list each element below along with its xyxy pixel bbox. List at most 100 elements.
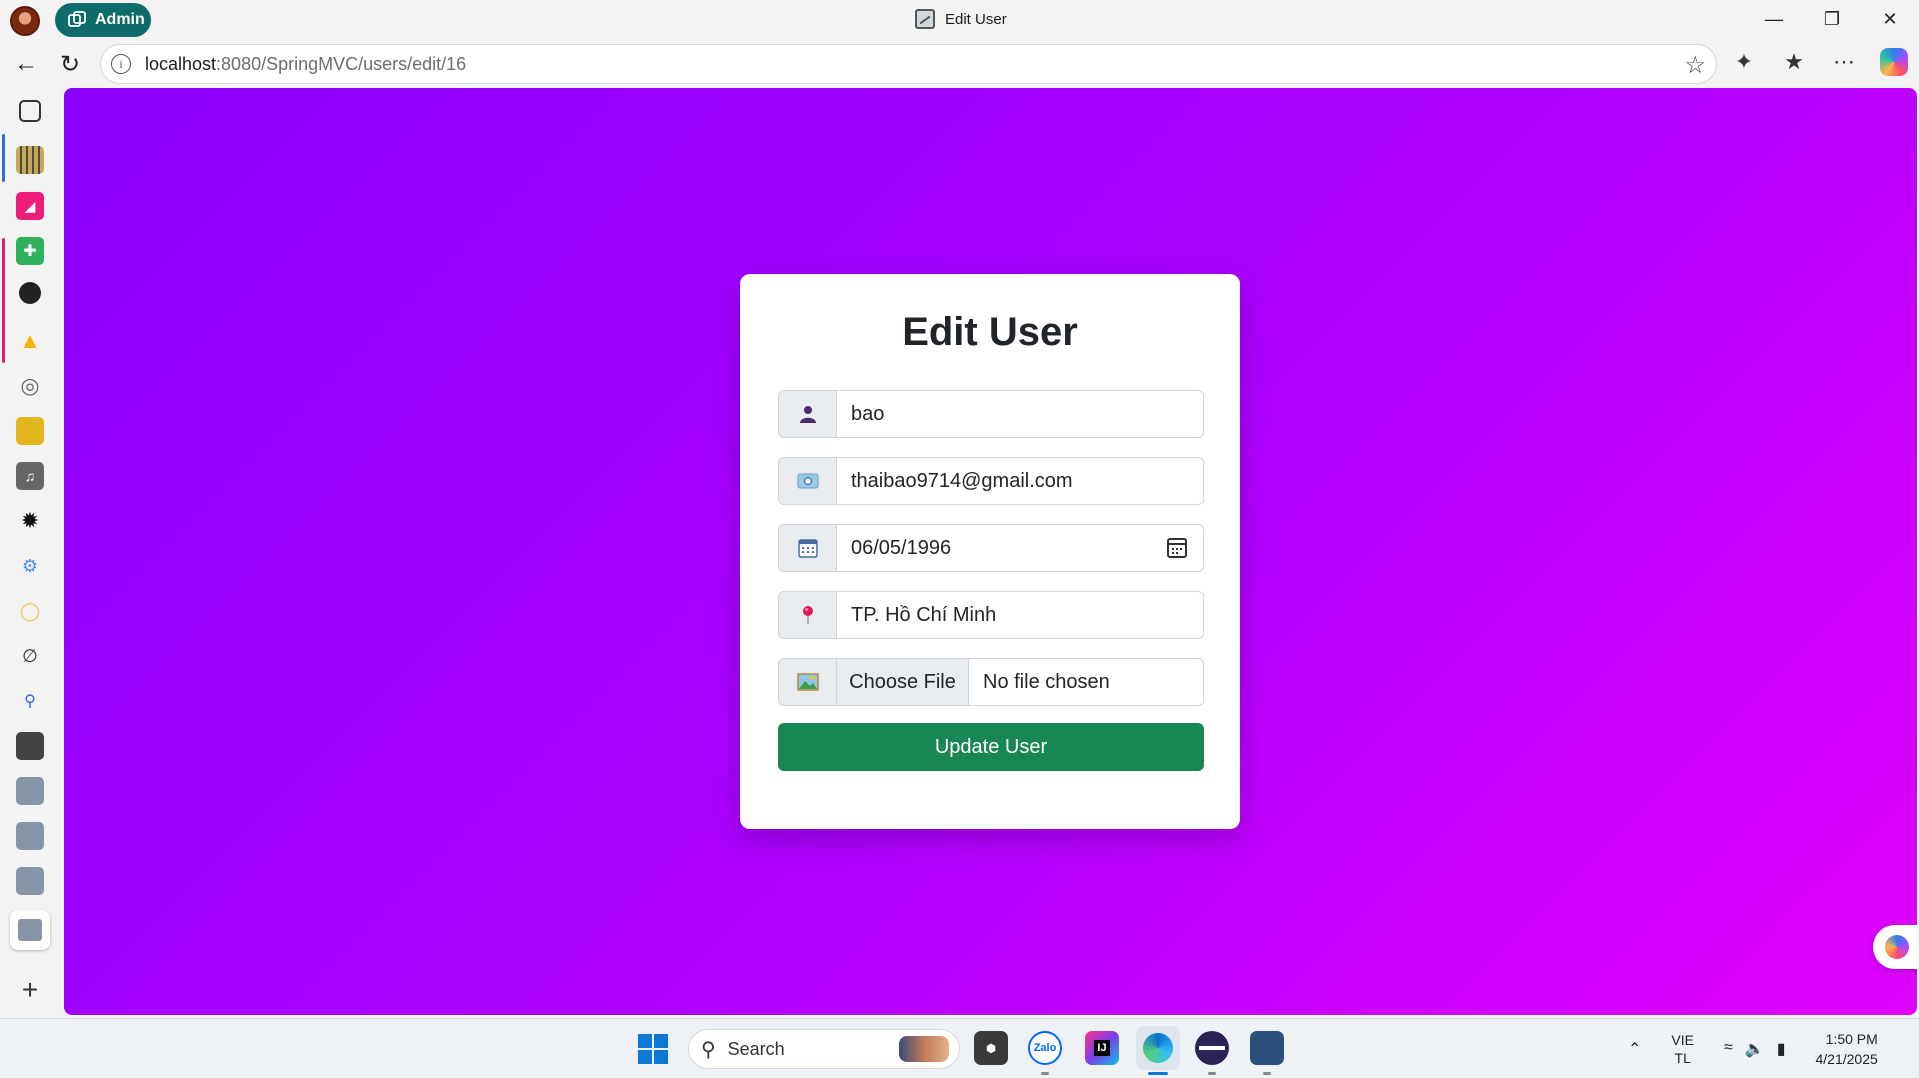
zalo-icon[interactable]: Zalo	[1028, 1031, 1062, 1065]
choose-file-button[interactable]: Choose File	[837, 659, 969, 705]
lang-line2: TL	[1674, 1050, 1691, 1066]
film-app-icon[interactable]	[16, 146, 44, 174]
update-user-button[interactable]: Update User	[778, 723, 1204, 771]
picture-icon	[796, 673, 819, 691]
date-picker-icon[interactable]	[1167, 538, 1187, 558]
clock[interactable]: 1:50 PM 4/21/2025	[1816, 1029, 1878, 1069]
search-icon[interactable]: ⚲	[16, 687, 44, 715]
dob-field: 06/05/1996	[778, 524, 1204, 572]
battery-icon: ▮	[1776, 1041, 1786, 1058]
close-button[interactable]: ✕	[1861, 0, 1919, 38]
start-button[interactable]	[638, 1034, 668, 1064]
perplexity-icon[interactable]: ∅	[16, 642, 44, 670]
tab-actions-icon[interactable]	[19, 100, 41, 122]
workspace-label: Admin	[95, 11, 145, 28]
tab-favicon-icon	[915, 9, 935, 29]
more-icon[interactable]: ⋯	[1826, 44, 1862, 80]
favorites-icon[interactable]: ★	[1776, 44, 1812, 80]
pay-icon[interactable]: ◯	[16, 597, 44, 625]
copilot-float-icon	[1885, 935, 1909, 959]
taskbar: ⚲ Search ⬢ Zalo IJ ⌃ VIE TL ≈ 🔈 ▮ 1:50 P…	[0, 1018, 1919, 1078]
name-field: bao	[778, 390, 1204, 438]
translate-icon[interactable]: ⚙	[16, 552, 44, 580]
dob-input[interactable]: 06/05/1996	[837, 525, 1203, 571]
user-icon	[799, 406, 816, 423]
sheets-icon[interactable]: ✚	[16, 237, 44, 265]
email-icon	[797, 473, 818, 489]
vertical-tabs-sidebar: ◢ ✚ ▲ ◎ ♫ ✹ ⚙ ◯ ∅ ⚲ +	[0, 88, 60, 1018]
intellij-icon-label: IJ	[1094, 1040, 1110, 1056]
window-title-text: Edit User	[945, 10, 1007, 28]
input-language[interactable]: VIE TL	[1671, 1031, 1694, 1067]
page-viewport: Edit User bao thaibao9714@gmail.com 06/0…	[64, 88, 1917, 1015]
edit-user-tab-icon-3[interactable]	[16, 867, 44, 895]
cube-app-icon[interactable]: ⬢	[974, 1031, 1008, 1065]
calendar-icon	[797, 539, 818, 558]
drive-icon[interactable]: ▲	[16, 327, 44, 355]
edit-user-card: Edit User bao thaibao9714@gmail.com 06/0…	[740, 274, 1240, 829]
workspace-button[interactable]: Admin	[55, 3, 151, 37]
navigation-row: ← ↻ i localhost:8080/SpringMVC/users/edi…	[0, 44, 1919, 84]
url-path: :8080/SpringMVC/users/edit/16	[216, 53, 467, 74]
back-button[interactable]: ←	[8, 46, 44, 82]
email-addon	[779, 458, 837, 504]
avatar-file-field: Choose File No file chosen	[778, 658, 1204, 706]
page-title: Edit User	[902, 310, 1078, 354]
image-viewer-running-indicator	[1263, 1072, 1271, 1075]
address-addon	[779, 592, 837, 638]
lang-line1: VIE	[1671, 1032, 1694, 1048]
file-status-text: No file chosen	[983, 670, 1110, 693]
profile-avatar[interactable]	[10, 6, 40, 36]
site-info-icon[interactable]: i	[111, 54, 131, 74]
window-title: Edit User	[915, 9, 1007, 29]
tiktok-icon[interactable]: ♫	[16, 462, 44, 490]
edge-active-indicator	[1148, 1072, 1168, 1075]
edit-user-tab-icon-2[interactable]	[16, 822, 44, 850]
image-viewer-icon[interactable]	[1250, 1031, 1284, 1065]
window-controls: — ❐ ✕	[1745, 0, 1919, 38]
browser-toolbar: ✦ ★ ⋯	[1726, 44, 1912, 80]
eclipse-running-indicator	[1208, 1072, 1216, 1075]
url-text: localhost:8080/SpringMVC/users/edit/16	[145, 54, 466, 75]
name-input[interactable]: bao	[837, 391, 1203, 437]
title-bar: Admin Edit User — ❐ ✕	[0, 0, 1919, 38]
openai-icon[interactable]: ✹	[16, 507, 44, 535]
address-input[interactable]: TP. Hồ Chí Minh	[837, 592, 1203, 638]
pink-app-icon[interactable]: ◢	[16, 192, 44, 220]
edit-user-tab-icon[interactable]	[16, 777, 44, 805]
minimize-button[interactable]: —	[1745, 0, 1803, 38]
address-field: TP. Hồ Chí Minh	[778, 591, 1204, 639]
globe-icon[interactable]: ◎	[16, 372, 44, 400]
copilot-icon[interactable]	[1876, 44, 1912, 80]
url-host: localhost	[145, 53, 217, 74]
email-input[interactable]: thaibao9714@gmail.com	[837, 458, 1203, 504]
zalo-icon-label: Zalo	[1033, 1042, 1057, 1054]
contacts-icon[interactable]	[16, 417, 44, 445]
taskbar-search-label: Search	[727, 1038, 785, 1059]
tray-status-icons[interactable]: ≈ 🔈 ▮	[1724, 1039, 1786, 1059]
search-highlight-image	[899, 1036, 949, 1062]
restore-button[interactable]: ❐	[1803, 0, 1861, 38]
name-addon	[779, 391, 837, 437]
add-icon[interactable]: +	[16, 974, 44, 1005]
copilot-floating-button[interactable]	[1873, 925, 1917, 969]
github-icon[interactable]	[19, 282, 41, 304]
image-app-icon[interactable]	[16, 732, 44, 760]
file-addon	[779, 659, 837, 705]
chevron-up-icon[interactable]: ⌃	[1628, 1039, 1641, 1059]
extensions-icon[interactable]: ✦	[1726, 44, 1762, 80]
email-field: thaibao9714@gmail.com	[778, 457, 1204, 505]
favorite-star-icon[interactable]: ☆	[1684, 51, 1706, 80]
speaker-muted-icon: 🔈	[1744, 1041, 1765, 1058]
eclipse-icon[interactable]	[1195, 1031, 1229, 1065]
refresh-button[interactable]: ↻	[52, 46, 88, 82]
dob-addon	[779, 525, 837, 571]
address-bar[interactable]: i localhost:8080/SpringMVC/users/edit/16…	[100, 44, 1717, 84]
intellij-icon[interactable]: IJ	[1085, 1031, 1119, 1065]
tab-group-accent-pink	[2, 238, 5, 363]
wifi-icon: ≈	[1723, 1039, 1733, 1056]
edge-icon[interactable]	[1136, 1026, 1180, 1070]
zalo-running-indicator	[1041, 1072, 1049, 1075]
edit-user-tab-icon-active[interactable]	[10, 910, 50, 950]
taskbar-search[interactable]: ⚲ Search	[688, 1029, 960, 1069]
